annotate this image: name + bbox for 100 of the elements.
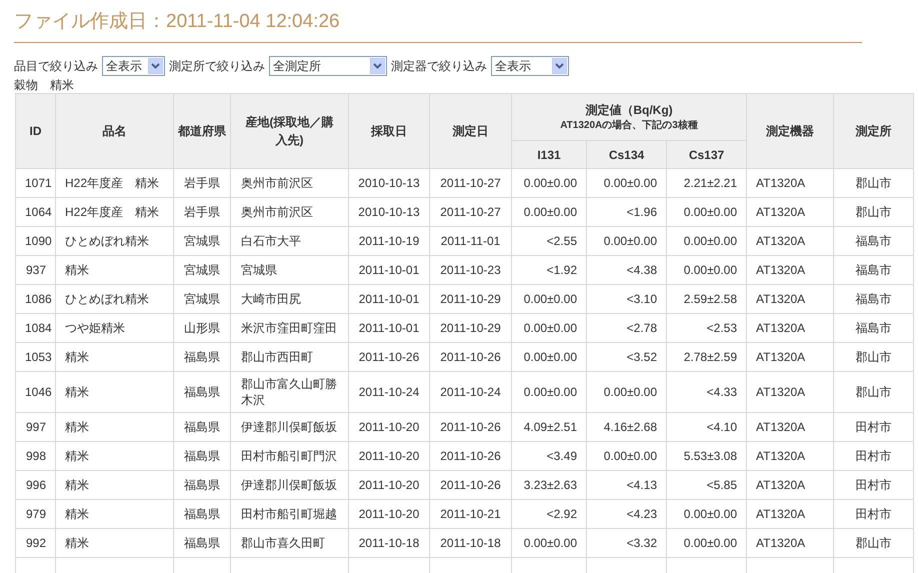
column-header: 品名 (102, 124, 126, 138)
column-header: 採取日 (371, 124, 407, 138)
table-cell: 白石市大平 (241, 234, 301, 248)
table-cell: 0.00±0.00 (684, 263, 738, 277)
table-cell: 0.00±0.00 (524, 385, 577, 399)
table-cell: 2.21±2.21 (684, 176, 738, 190)
table-cell: 郡山市 (856, 176, 892, 190)
table-cell: AT1320A (756, 420, 806, 434)
table-cell: 2011-10-26 (440, 420, 501, 434)
table-cell: 937 (26, 263, 46, 277)
table-cell: 0.00±0.00 (684, 507, 738, 521)
table-cell: 伊達郡川俣町飯坂 (241, 420, 337, 434)
table-cell: 岩手県 (184, 205, 220, 219)
table-cell: 2010-10-13 (358, 205, 420, 219)
filter-label: 品目で絞り込み (14, 58, 98, 75)
column-header: Cs134 (608, 148, 644, 162)
table-cell: <4.23 (626, 507, 657, 521)
table-cell: 精米 (65, 536, 89, 550)
table-cell: 2011-10-24 (358, 385, 420, 399)
table-cell: 郡山市 (856, 205, 892, 219)
table-cell: 福島県 (184, 507, 220, 521)
table-cell: 0.00±0.00 (524, 321, 577, 335)
table-cell: <2.92 (546, 507, 577, 521)
filter-label: 測定器で絞り込み (391, 58, 487, 75)
table-cell: 2011-10-27 (440, 205, 501, 219)
table-cell: AT1320A (756, 205, 806, 219)
table-cell: 田村市 (856, 420, 892, 434)
column-header: Cs137 (688, 148, 724, 162)
table-cell: 1086 (25, 292, 52, 306)
table-cell: 田村市 (856, 507, 892, 521)
table-cell: 精米 (65, 263, 89, 277)
table-cell: 福島県 (184, 478, 220, 492)
table-cell: 精米 (65, 420, 89, 434)
table-cell: 福島市 (856, 263, 892, 277)
table-cell: AT1320A (756, 478, 806, 492)
table-cell: 2011-10-01 (358, 292, 420, 306)
column-header: I131 (537, 148, 561, 162)
table-cell: 979 (26, 507, 46, 521)
group-header: 測定値（Bq/Kg) (585, 102, 673, 119)
table-cell: AT1320A (756, 385, 806, 399)
table-cell: 岩手県 (184, 176, 220, 190)
table-cell: 2011-10-26 (440, 449, 501, 463)
table-cell: 2011-11-01 (440, 234, 500, 248)
table-cell: 4.09±2.51 (524, 420, 577, 434)
table-cell: つや姫精米 (65, 321, 125, 335)
table-cell: 福島県 (184, 420, 220, 434)
column-header: 産地(採取地／購入先) (246, 115, 334, 147)
table-cell: 2011-10-29 (440, 321, 501, 335)
table-cell: 997 (26, 420, 46, 434)
table-cell: 福島市 (856, 292, 892, 306)
filter-label: 測定所で絞り込み (169, 58, 265, 75)
table-cell: AT1320A (756, 536, 806, 550)
table-cell: 2011-10-24 (440, 385, 501, 399)
table-cell: ひとめぼれ精米 (65, 292, 149, 306)
table-cell: 郡山市 (856, 536, 892, 550)
table-cell: H22年度産 精米 (65, 205, 160, 219)
filter-dropdown[interactable]: 全表示 (102, 56, 165, 76)
table-cell: 田村市 (856, 449, 892, 463)
table-cell: 2011-10-20 (358, 420, 420, 434)
table-cell: AT1320A (756, 263, 806, 277)
table-cell: 田村市船引町門沢 (241, 449, 337, 463)
table-cell: 福島県 (184, 536, 220, 550)
filter-dropdown[interactable]: 全測定所 (269, 56, 387, 76)
table-cell: <2.78 (626, 321, 657, 335)
table-cell: AT1320A (756, 449, 806, 463)
table-cell: 2011-10-20 (358, 449, 420, 463)
table-cell: AT1320A (756, 321, 806, 335)
table-cell: 0.00±0.00 (604, 176, 657, 190)
table-cell: 福島県 (184, 385, 220, 399)
table-cell: 2.59±2.58 (684, 292, 738, 306)
table-cell: 0.00±0.00 (604, 385, 657, 399)
filter-dropdown[interactable]: 全表示 (491, 56, 569, 76)
table-cell: 2011-10-21 (440, 507, 501, 521)
table-cell: <3.32 (626, 536, 657, 550)
table-cell: <3.52 (626, 350, 657, 364)
table-cell: <4.33 (706, 385, 738, 399)
table-cell: 精米 (65, 478, 89, 492)
table-cell: <5.85 (706, 478, 738, 492)
table-cell: <4.10 (706, 420, 738, 434)
table-cell: 1053 (25, 350, 52, 364)
table-cell: 0.00±0.00 (524, 536, 577, 550)
table-cell: <1.92 (546, 263, 577, 277)
table-cell: 宮城県 (184, 292, 220, 306)
table-cell: 0.00±0.00 (604, 449, 657, 463)
table-cell: 2011-10-23 (440, 263, 501, 277)
table-cell: 2011-10-18 (358, 536, 420, 550)
table-cell: 郡山市 (856, 385, 892, 399)
column-header: ID (30, 124, 42, 138)
table-cell: 宮城県 (241, 263, 277, 277)
table-cell: 2011-10-29 (440, 292, 501, 306)
table-cell: <1.96 (626, 205, 657, 219)
table-cell: 田村市船引町堀越 (241, 507, 337, 521)
table-cell: 福島県 (184, 350, 220, 364)
table-cell: 伊達郡川俣町飯坂 (241, 478, 337, 492)
table-cell: 2011-10-26 (440, 350, 501, 364)
table-cell: 福島県 (184, 449, 220, 463)
table-cell: 2011-10-26 (358, 350, 420, 364)
column-header: 都道府県 (178, 124, 226, 138)
column-header: 測定機器 (766, 124, 814, 138)
table-cell: 郡山市喜久田町 (241, 536, 325, 550)
